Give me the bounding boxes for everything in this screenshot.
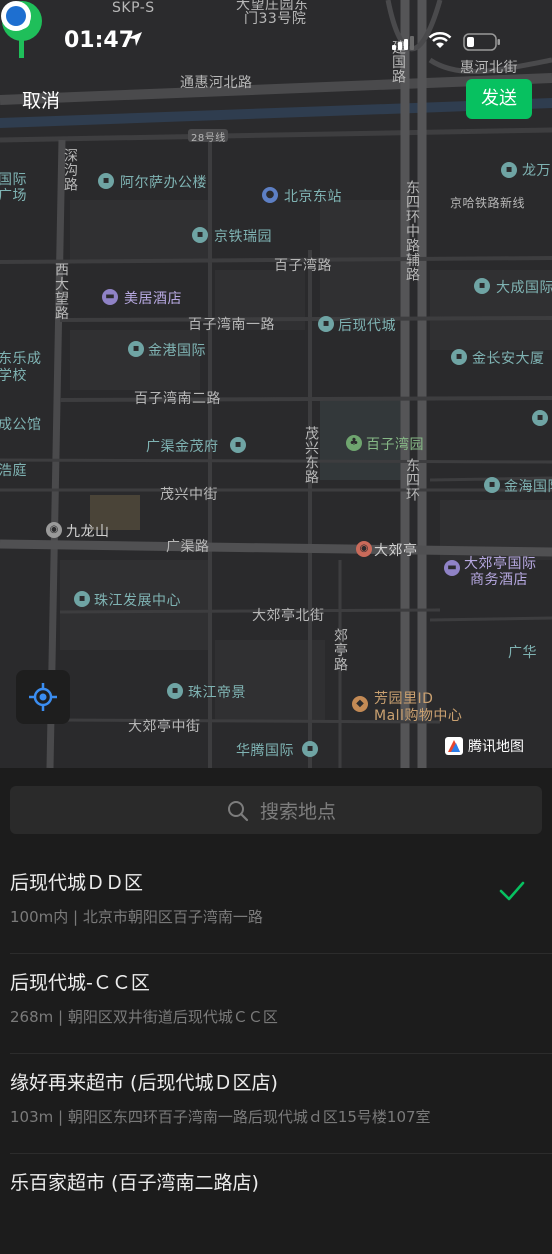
map-label-jingtie: 京铁瑞园	[214, 229, 272, 245]
map-label-bzw-s2: 百子湾南二路	[134, 391, 221, 407]
building-icon: ▪	[474, 278, 490, 294]
crosshair-icon	[29, 683, 57, 711]
search-placeholder: 搜索地点	[260, 801, 337, 823]
building-icon: ▪	[74, 591, 90, 607]
map-label-zhujiang-dijing: 珠江帝景	[188, 685, 246, 701]
building-icon: ▪	[501, 162, 517, 178]
map-label-guanghua: 广华	[508, 645, 537, 661]
location-arrow-icon	[128, 32, 142, 46]
checkmark-icon	[499, 881, 525, 901]
map-label-gongguan: 成公馆	[0, 417, 42, 433]
location-name: 后现代城-ＣＣ区	[10, 972, 150, 994]
metro-icon: ◉	[356, 541, 372, 557]
location-name: 缘好再来超市 (后现代城Ｄ区店)	[10, 1072, 278, 1094]
map-label-guangqu-jinmao: 广渠金茂府	[146, 439, 219, 455]
map-label-zhujiang-center: 珠江发展中心	[94, 593, 181, 609]
map-label-houxiandai: 后现代城	[338, 318, 396, 334]
map-label-jingha: 京哈铁路新线	[450, 196, 526, 210]
map-label-jiaoting: 郊亭路	[332, 628, 348, 672]
map-label-shengou: 深沟路	[62, 148, 78, 192]
status-bar: 01:47	[0, 0, 552, 80]
search-input[interactable]: 搜索地点	[10, 786, 542, 834]
map-label-meiju: 美居酒店	[124, 291, 182, 307]
search-icon	[228, 801, 249, 822]
cancel-button[interactable]: 取消	[22, 86, 60, 113]
station-icon: ●	[262, 187, 278, 203]
location-result-item[interactable]: 缘好再来超市 (后现代城Ｄ区店) 103m | 朝阳区东四环百子湾南一路后现代城…	[0, 1054, 552, 1154]
hotel-icon: ▬	[444, 560, 460, 576]
map-label-jiulongshan: 九龙山	[66, 524, 110, 540]
map-label-dacheng: 大成国际	[496, 280, 552, 296]
location-list-panel: 搜索地点 后现代城ＤＤ区 100m内 | 北京市朝阳区百子湾南一路 后现代城-Ｃ…	[0, 768, 552, 1200]
map-label-alsa: 阿尔萨办公楼	[120, 175, 207, 191]
building-icon: ▪	[451, 349, 467, 365]
tencent-map-icon	[445, 737, 463, 755]
building-icon: ▪	[318, 316, 334, 332]
map-label-line28: 28号线	[191, 133, 226, 144]
map-label-xidawang: 西大望路	[53, 262, 69, 320]
map-label-maoxing-dong: 茂兴东路	[303, 426, 319, 484]
map-label-dongsihuan: 东四环	[404, 458, 420, 502]
map-label-huateng: 华腾国际	[236, 743, 294, 759]
map-label-dajiaoting: 大郊亭	[374, 543, 418, 559]
park-icon: ♣	[346, 435, 362, 451]
building-icon: ▪	[532, 410, 548, 426]
building-icon: ▪	[167, 683, 183, 699]
map-label-djt-north: 大郊亭北街	[252, 608, 325, 624]
map-label-baiziwan: 百子湾路	[274, 258, 332, 274]
map-label-dongsihuan-fu: 东四环中路辅路	[404, 180, 420, 282]
map-label-jinhai: 金海国际	[504, 479, 552, 495]
status-time: 01:47	[64, 28, 135, 53]
map-label-jinchang: 金长安大厦	[472, 351, 545, 367]
map-label-guangqu: 广渠路	[166, 539, 210, 555]
map-label-xuexiao: 学校	[0, 368, 27, 384]
battery-icon	[463, 33, 500, 51]
location-detail: 100m内 | 北京市朝阳区百子湾南一路	[10, 908, 263, 926]
building-icon: ▪	[302, 741, 318, 757]
hotel-icon: ▬	[102, 289, 118, 305]
map-label-djt-hotel-2: 商务酒店	[470, 572, 528, 588]
shopping-icon: ◆	[352, 696, 368, 712]
location-name: 后现代城ＤＤ区	[10, 872, 144, 894]
map-label-guoji-left: 国际广场	[0, 172, 27, 204]
map-label-djt-middle: 大郊亭中街	[128, 719, 201, 735]
map-label-bj-east: 北京东站	[284, 189, 342, 205]
map-logo-text: 腾讯地图	[468, 739, 524, 755]
location-name: 乐百家超市 (百子湾南二路店)	[10, 1172, 259, 1194]
location-detail: 268m | 朝阳区双井街道后现代城ＣＣ区	[10, 1008, 278, 1026]
map-label-maoxing-zhong: 茂兴中街	[160, 487, 218, 503]
building-icon: ▪	[230, 437, 246, 453]
building-icon: ▪	[128, 341, 144, 357]
locate-me-button[interactable]	[16, 670, 70, 724]
building-icon: ▪	[484, 477, 500, 493]
map-label-fangyuanli-2: Mall购物中心	[374, 708, 463, 724]
location-result-item[interactable]: 乐百家超市 (百子湾南二路店)	[0, 1154, 552, 1254]
signal-icon	[392, 36, 414, 50]
send-button[interactable]: 发送	[466, 79, 532, 119]
metro-icon: ◉	[46, 522, 62, 538]
location-detail: 103m | 朝阳区东四环百子湾南一路后现代城ｄ区15号楼107室	[10, 1108, 431, 1126]
location-result-item[interactable]: 后现代城ＤＤ区 100m内 | 北京市朝阳区百子湾南一路	[0, 854, 552, 954]
map-label-bzw-s1: 百子湾南一路	[188, 317, 275, 333]
map-label-longwan: 龙万	[522, 163, 551, 179]
wifi-icon	[428, 31, 452, 48]
building-icon: ▪	[192, 227, 208, 243]
map-label-jingang: 金港国际	[148, 343, 206, 359]
building-icon: ▪	[98, 173, 114, 189]
map-label-haoting: 浩庭	[0, 463, 27, 479]
location-result-item[interactable]: 后现代城-ＣＣ区 268m | 朝阳区双井街道后现代城ＣＣ区	[0, 954, 552, 1054]
map-label-bzw-yuan: 百子湾园	[366, 437, 424, 453]
